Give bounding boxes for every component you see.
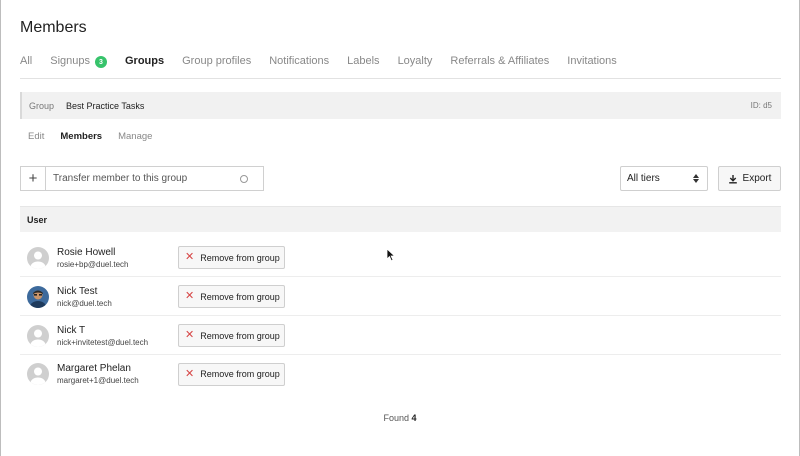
members-tabs: All Signups 3 Groups Group profiles Notif… <box>20 55 781 79</box>
tab-label: Signups <box>50 55 90 67</box>
signups-count-badge: 3 <box>95 56 107 68</box>
user-email: rosie+bp@duel.tech <box>57 259 129 269</box>
found-label: Found <box>383 413 409 423</box>
user-name: Margaret Phelan <box>57 363 131 374</box>
export-label: Export <box>742 173 772 184</box>
tab-signups[interactable]: Signups 3 <box>50 55 107 79</box>
tab-label: All <box>20 55 33 67</box>
close-icon: ✕ <box>185 367 195 380</box>
transfer-member-field: + <box>20 166 264 191</box>
user-name: Nick Test <box>57 285 98 297</box>
user-info: Nick Test nick@duel.tech <box>57 285 178 309</box>
group-info-bar: Group Best Practice Tasks ID: d5 <box>20 92 781 119</box>
download-icon <box>728 174 737 183</box>
loading-spinner-icon <box>240 174 248 183</box>
tier-select-value: All tiers <box>627 173 660 184</box>
default-avatar-icon <box>27 324 49 347</box>
table-header: User <box>20 206 781 232</box>
tab-groups[interactable]: Groups <box>125 55 164 79</box>
table-row: Margaret Phelan margaret+1@duel.tech ✕ R… <box>20 355 781 393</box>
transfer-member-input[interactable] <box>46 173 236 184</box>
user-email: margaret+1@duel.tech <box>57 376 139 385</box>
subtab-edit[interactable]: Edit <box>28 131 44 142</box>
group-id: ID: d5 <box>750 101 772 110</box>
table-row: Nick T nick+invitetest@duel.tech ✕ Remov… <box>20 317 781 355</box>
group-subtabs: Edit Members Manage <box>28 131 168 142</box>
default-avatar-icon <box>27 363 49 385</box>
export-button[interactable]: Export <box>718 166 781 191</box>
group-name: Best Practice Tasks <box>66 100 145 111</box>
user-email: nick@duel.tech <box>57 298 112 308</box>
table-row: Nick Test nick@duel.tech ✕ Remove from g… <box>20 278 781 316</box>
tab-referrals-affiliates[interactable]: Referrals & Affiliates <box>450 55 549 79</box>
remove-label: Remove from group <box>200 369 280 379</box>
tab-notifications[interactable]: Notifications <box>269 55 329 79</box>
photo-avatar <box>27 285 49 308</box>
tab-loyalty[interactable]: Loyalty <box>398 55 433 79</box>
remove-label: Remove from group <box>200 291 280 302</box>
tab-label: Loyalty <box>397 55 433 67</box>
default-avatar-icon <box>27 246 49 269</box>
close-icon: ✕ <box>185 329 195 341</box>
group-label: Group <box>29 100 55 111</box>
user-name: Nick T <box>57 324 86 336</box>
add-member-button[interactable]: + <box>21 167 46 190</box>
tab-all[interactable]: All <box>20 55 32 79</box>
table-row: Rosie Howell rosie+bp@duel.tech ✕ Remove… <box>20 239 781 277</box>
tab-label: Labels <box>347 55 380 67</box>
found-count: 4 <box>411 413 417 423</box>
tab-label: Invitations <box>567 55 617 67</box>
remove-from-group-button[interactable]: ✕ Remove from group <box>178 246 285 269</box>
close-icon: ✕ <box>185 251 195 263</box>
tab-invitations[interactable]: Invitations <box>567 55 617 79</box>
tab-group-profiles[interactable]: Group profiles <box>182 55 251 79</box>
user-info: Margaret Phelan margaret+1@duel.tech <box>57 362 178 386</box>
user-email: nick+invitetest@duel.tech <box>57 337 149 347</box>
remove-from-group-button[interactable]: ✕ Remove from group <box>178 324 285 347</box>
tab-label: Notifications <box>269 55 330 67</box>
subtab-manage[interactable]: Manage <box>118 131 152 142</box>
tab-label: Group profiles <box>182 55 252 67</box>
results-count: Found 4 <box>0 413 800 423</box>
close-icon: ✕ <box>185 290 195 302</box>
subtab-members[interactable]: Members <box>60 131 102 142</box>
column-header-user: User <box>27 214 48 225</box>
user-info: Nick T nick+invitetest@duel.tech <box>57 324 178 348</box>
page-title: Members <box>20 19 87 36</box>
tab-label: Referrals & Affiliates <box>450 55 550 67</box>
tab-label: Groups <box>125 55 165 67</box>
tier-select[interactable]: All tiers <box>620 166 708 191</box>
remove-from-group-button[interactable]: ✕ Remove from group <box>178 285 285 308</box>
window-border-left <box>0 0 1 456</box>
mouse-cursor-icon <box>386 248 396 262</box>
user-info: Rosie Howell rosie+bp@duel.tech <box>57 246 178 270</box>
tab-labels[interactable]: Labels <box>347 55 379 79</box>
remove-from-group-button[interactable]: ✕ Remove from group <box>178 362 285 386</box>
remove-label: Remove from group <box>200 330 280 341</box>
remove-label: Remove from group <box>200 252 280 263</box>
user-name: Rosie Howell <box>57 246 116 258</box>
select-arrows-icon <box>693 174 699 183</box>
